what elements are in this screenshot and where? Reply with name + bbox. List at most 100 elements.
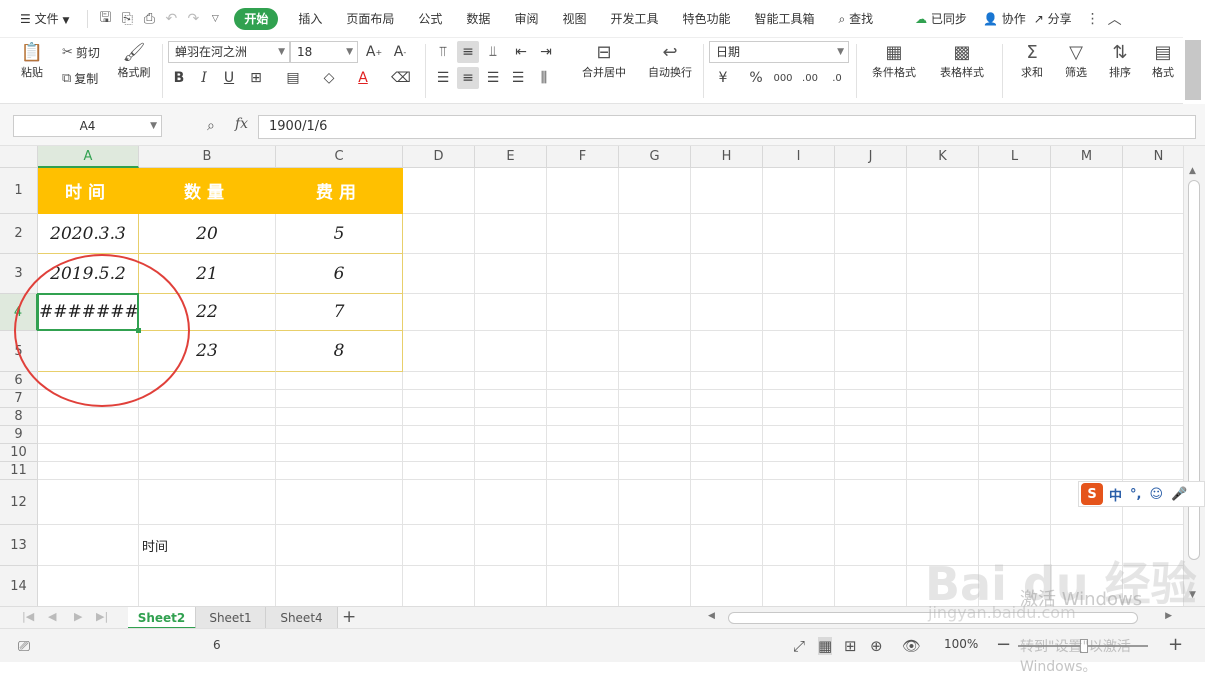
cell-e3[interactable] xyxy=(475,254,547,294)
cell-j4[interactable] xyxy=(835,294,907,331)
tab-home[interactable]: 开始 xyxy=(234,7,279,30)
tab-insert[interactable]: 插入 xyxy=(286,0,334,38)
cell-h3[interactable] xyxy=(691,254,763,294)
cell-d12[interactable] xyxy=(403,480,475,525)
cell-e7[interactable] xyxy=(475,390,547,408)
cell-g4[interactable] xyxy=(619,294,691,331)
first-sheet-icon[interactable]: |◀ xyxy=(22,610,34,623)
cell-i14[interactable] xyxy=(763,566,835,606)
cell-l5[interactable] xyxy=(979,331,1051,372)
percent-icon[interactable]: % xyxy=(745,67,767,89)
paste-button[interactable]: 📋 粘贴 xyxy=(14,42,50,80)
export-pdf-icon[interactable]: ⎘ xyxy=(116,0,138,38)
font-name-select[interactable]: 蝉羽在河之洲 ▼ xyxy=(168,41,290,63)
cell-g11[interactable] xyxy=(619,462,691,480)
bold-icon[interactable]: B xyxy=(168,67,190,89)
formula-input[interactable]: 1900/1/6 xyxy=(258,115,1196,139)
cell-j3[interactable] xyxy=(835,254,907,294)
save-icon[interactable]: 🖫 xyxy=(94,0,116,38)
cell-n3[interactable] xyxy=(1123,254,1183,294)
cell-j5[interactable] xyxy=(835,331,907,372)
cell-d9[interactable] xyxy=(403,426,475,444)
cell-a5[interactable] xyxy=(38,331,139,372)
cell-h4[interactable] xyxy=(691,294,763,331)
zoom-slider-knob[interactable] xyxy=(1080,639,1088,653)
last-sheet-icon[interactable]: ▶| xyxy=(96,610,108,623)
share-button[interactable]: ↗ 分享 xyxy=(1030,0,1076,38)
column-header-a[interactable]: A xyxy=(38,146,139,168)
column-header-i[interactable]: I xyxy=(763,146,835,168)
cell-a7[interactable] xyxy=(38,390,139,408)
cell-g9[interactable] xyxy=(619,426,691,444)
row-header-7[interactable]: 7 xyxy=(0,390,38,408)
column-header-c[interactable]: C xyxy=(276,146,403,168)
align-bottom-icon[interactable]: ⫫ xyxy=(482,41,504,63)
copy-button[interactable]: ⧉ 复制 xyxy=(62,70,98,87)
fill-color-icon[interactable]: ◇ xyxy=(318,67,340,89)
currency-icon[interactable]: ¥ xyxy=(712,67,734,89)
horizontal-scrollbar[interactable]: ◀ ▶ xyxy=(708,611,1172,625)
cell-e8[interactable] xyxy=(475,408,547,426)
cell-k3[interactable] xyxy=(907,254,979,294)
column-header-f[interactable]: F xyxy=(547,146,619,168)
cell-b1[interactable]: 数量 xyxy=(139,168,276,214)
tab-page-layout[interactable]: 页面布局 xyxy=(334,0,406,38)
ime-lang[interactable]: 中 xyxy=(1109,485,1122,504)
tab-view[interactable]: 视图 xyxy=(550,0,598,38)
cell-n6[interactable] xyxy=(1123,372,1183,390)
cell-e10[interactable] xyxy=(475,444,547,462)
ime-emoji-icon[interactable]: ☺ xyxy=(1149,487,1163,502)
cell-e14[interactable] xyxy=(475,566,547,606)
tab-smart-toolbox[interactable]: 智能工具箱 xyxy=(743,0,827,38)
row-header-13[interactable]: 13 xyxy=(0,525,38,566)
cell-k14[interactable] xyxy=(907,566,979,606)
column-header-h[interactable]: H xyxy=(691,146,763,168)
cell-e11[interactable] xyxy=(475,462,547,480)
scroll-up-icon[interactable]: ▲ xyxy=(1189,166,1196,176)
cell-e1[interactable] xyxy=(475,168,547,214)
decrease-decimal-icon[interactable]: .0 xyxy=(826,67,848,89)
cell-d11[interactable] xyxy=(403,462,475,480)
cell-d3[interactable] xyxy=(403,254,475,294)
cell-e9[interactable] xyxy=(475,426,547,444)
zoom-out-icon[interactable]: − xyxy=(996,634,1011,655)
cell-j9[interactable] xyxy=(835,426,907,444)
cell-e6[interactable] xyxy=(475,372,547,390)
cell-d7[interactable] xyxy=(403,390,475,408)
more-options-icon[interactable]: ⋮ xyxy=(1082,0,1104,38)
cell-c9[interactable] xyxy=(276,426,403,444)
macro-record-icon[interactable]: ⎚ xyxy=(18,637,30,655)
indent-increase-icon[interactable]: ⇥ xyxy=(535,41,557,63)
cell-i7[interactable] xyxy=(763,390,835,408)
cell-g10[interactable] xyxy=(619,444,691,462)
cell-b4[interactable]: 22 xyxy=(139,294,276,331)
italic-icon[interactable]: I xyxy=(193,67,215,89)
cell-k4[interactable] xyxy=(907,294,979,331)
zoom-level[interactable]: 100% xyxy=(944,637,978,651)
cell-i6[interactable] xyxy=(763,372,835,390)
cell-a12[interactable] xyxy=(38,480,139,525)
vertical-scrollbar[interactable]: ▲ ▼ xyxy=(1183,146,1205,606)
ime-mic-icon[interactable]: 🎤 xyxy=(1171,487,1187,502)
undo-icon[interactable]: ↶ xyxy=(160,0,182,38)
cell-e4[interactable] xyxy=(475,294,547,331)
cell-k12[interactable] xyxy=(907,480,979,525)
cell-c2[interactable]: 5 xyxy=(276,214,403,254)
cell-i3[interactable] xyxy=(763,254,835,294)
column-header-m[interactable]: M xyxy=(1051,146,1123,168)
cell-g3[interactable] xyxy=(619,254,691,294)
cell-c3[interactable]: 6 xyxy=(276,254,403,294)
cell-i2[interactable] xyxy=(763,214,835,254)
eye-protection-icon[interactable]: 👁 xyxy=(902,637,921,655)
cell-g1[interactable] xyxy=(619,168,691,214)
cell-g2[interactable] xyxy=(619,214,691,254)
cell-b6[interactable] xyxy=(139,372,276,390)
tab-special-features[interactable]: 特色功能 xyxy=(670,0,742,38)
cell-e5[interactable] xyxy=(475,331,547,372)
print-preview-icon[interactable]: ⎙ xyxy=(138,0,160,38)
cell-g6[interactable] xyxy=(619,372,691,390)
cell-j12[interactable] xyxy=(835,480,907,525)
cell-h9[interactable] xyxy=(691,426,763,444)
cell-l3[interactable] xyxy=(979,254,1051,294)
cell-i10[interactable] xyxy=(763,444,835,462)
